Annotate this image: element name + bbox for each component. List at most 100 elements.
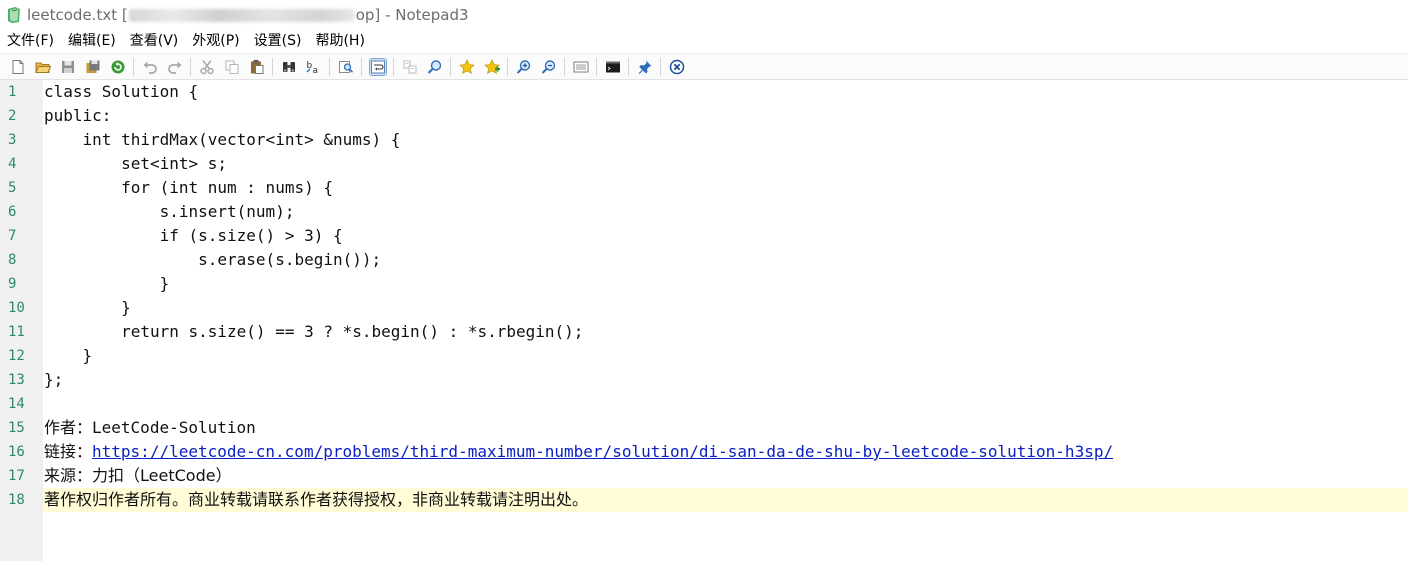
current-line[interactable]: 18 著作权归作者所有。商业转载请联系作者获得授权，非商业转载请注明出处。 [0, 488, 1408, 512]
code-line[interactable]: 10 } [0, 296, 1408, 320]
code-line[interactable]: 4 set<int> s; [0, 152, 1408, 176]
editor[interactable]: 1 class Solution { 2 public: 3 int thirdMa… [0, 80, 1408, 561]
schema-icon[interactable] [573, 59, 589, 75]
menu-settings[interactable]: 设置(S) [247, 30, 309, 53]
code-line[interactable]: 5 for (int num : nums) { [0, 176, 1408, 200]
line-number: 4 [8, 156, 17, 172]
solution-url-link[interactable]: https://leetcode-cn.com/problems/third-m… [92, 442, 1113, 461]
toolbar-separator [660, 57, 661, 76]
menu-file[interactable]: 文件(F) [0, 30, 61, 53]
code-line[interactable]: 2 public: [0, 104, 1408, 128]
console-icon[interactable] [605, 59, 621, 75]
line-number: 13 [8, 372, 25, 388]
toolbar-separator [361, 57, 362, 76]
line-number: 1 [8, 84, 17, 100]
line-number: 12 [8, 348, 25, 364]
toolbar-separator [133, 57, 134, 76]
replace-icon[interactable]: ba [306, 59, 322, 75]
code-line[interactable]: 1 class Solution { [0, 80, 1408, 104]
menu-appearance[interactable]: 外观(P) [185, 30, 246, 53]
copy-icon[interactable] [224, 59, 240, 75]
line-text: s.erase(s.begin()); [44, 250, 382, 269]
close-circle-icon[interactable] [669, 59, 685, 75]
line-text: for (int num : nums) { [44, 178, 333, 197]
paste-icon[interactable] [249, 59, 265, 75]
line-number: 3 [8, 132, 17, 148]
line-text: if (s.size() > 3) { [44, 226, 343, 245]
toolbar-separator [190, 57, 191, 76]
line-text: 链接：https://leetcode-cn.com/problems/thir… [44, 440, 1113, 464]
save-as-icon[interactable] [85, 59, 101, 75]
menu-edit[interactable]: 编辑(E) [61, 30, 123, 53]
toolbar-separator [507, 57, 508, 76]
line-text: class Solution { [44, 82, 199, 101]
code-line[interactable]: 12 } [0, 344, 1408, 368]
code-line[interactable]: 16 链接：https://leetcode-cn.com/problems/th… [0, 440, 1408, 464]
line-number: 6 [8, 204, 17, 220]
redacted-path [128, 8, 355, 22]
line-text: 来源：力扣（LeetCode） [44, 464, 232, 488]
find-binoculars-icon[interactable] [281, 59, 297, 75]
open-folder-icon[interactable] [35, 59, 51, 75]
code-line[interactable]: 7 if (s.size() > 3) { [0, 224, 1408, 248]
menu-bar: 文件(F) 编辑(E) 查看(V) 外观(P) 设置(S) 帮助(H) [0, 30, 1408, 53]
window-title: leetcode.txt [op] - Notepad3 [27, 6, 469, 24]
line-number: 10 [8, 300, 25, 316]
mark-occurrences-icon[interactable] [402, 59, 418, 75]
zoom-in-icon[interactable] [516, 59, 532, 75]
code-line[interactable]: 17 来源：力扣（LeetCode） [0, 464, 1408, 488]
code-line[interactable]: 6 s.insert(num); [0, 200, 1408, 224]
find-in-files-icon[interactable] [338, 59, 354, 75]
svg-text:a: a [313, 66, 319, 75]
line-number: 7 [8, 228, 17, 244]
code-line[interactable]: 9 } [0, 272, 1408, 296]
author-value: LeetCode-Solution [92, 418, 256, 437]
zoom-find-icon[interactable] [427, 59, 443, 75]
line-number: 16 [8, 444, 25, 460]
line-number: 2 [8, 108, 17, 124]
line-number: 15 [8, 420, 25, 436]
line-text: } [44, 346, 93, 365]
line-text: set<int> s; [44, 154, 228, 173]
code-line[interactable]: 13}; [0, 368, 1408, 392]
code-line[interactable]: 14 [0, 392, 1408, 416]
line-text: return s.size() == 3 ? *s.begin() : *s.r… [44, 322, 584, 341]
cut-scissors-icon[interactable] [199, 59, 215, 75]
zoom-out-icon[interactable] [541, 59, 557, 75]
new-document-icon[interactable] [10, 59, 26, 75]
code-line[interactable]: 8 s.erase(s.begin()); [0, 248, 1408, 272]
toolbar-separator [628, 57, 629, 76]
menu-view[interactable]: 查看(V) [123, 30, 186, 53]
line-text: }; [44, 370, 64, 389]
notepad-app-icon [8, 7, 20, 23]
redo-arrow-icon[interactable] [167, 59, 183, 75]
toolbar: ba [0, 53, 1408, 80]
source-name: 力扣 [92, 466, 125, 485]
line-text: } [44, 298, 131, 317]
code-line[interactable]: 3 int thirdMax(vector<int> &nums) { [0, 128, 1408, 152]
line-text: public: [44, 106, 112, 125]
pin-icon[interactable] [637, 59, 653, 75]
line-text: 作者：LeetCode-Solution [44, 416, 256, 440]
link-label: 链接： [44, 442, 93, 461]
word-wrap-icon[interactable] [369, 57, 387, 76]
star-favorite-icon[interactable] [459, 58, 475, 75]
toolbar-separator [329, 57, 330, 76]
revert-icon[interactable] [110, 59, 126, 75]
code-line[interactable]: 15 作者：LeetCode-Solution [0, 416, 1408, 440]
window-title-app: op] - Notepad3 [355, 6, 469, 24]
line-number: 18 [0, 488, 43, 512]
toolbar-separator [272, 57, 273, 76]
undo-arrow-icon[interactable] [142, 59, 158, 75]
source-value: （LeetCode） [124, 466, 232, 485]
line-number: 11 [8, 324, 25, 340]
line-number: 5 [8, 180, 17, 196]
line-text: s.insert(num); [44, 202, 295, 221]
save-disk-icon[interactable] [60, 59, 76, 75]
toolbar-separator [596, 57, 597, 76]
menu-help[interactable]: 帮助(H) [308, 30, 371, 53]
line-text: } [44, 274, 170, 293]
author-label: 作者： [44, 418, 93, 437]
code-line[interactable]: 11 return s.size() == 3 ? *s.begin() : *… [0, 320, 1408, 344]
add-favorite-icon[interactable] [484, 58, 500, 75]
